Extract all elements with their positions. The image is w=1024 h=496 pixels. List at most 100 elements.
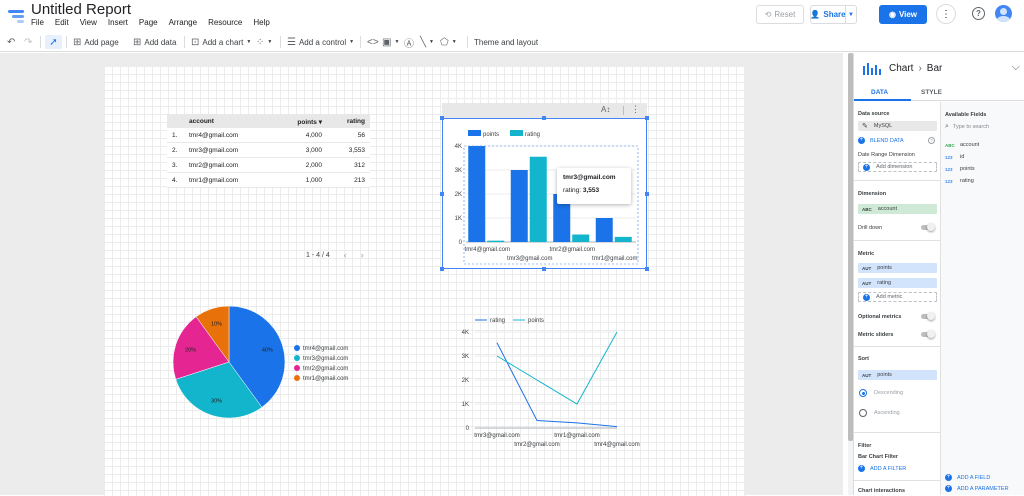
data-source-chip[interactable]: ✎ MySQL — [858, 121, 937, 131]
column-header-account[interactable]: account — [189, 118, 214, 125]
field-item[interactable]: 123 points — [945, 166, 975, 172]
add-field-label: ADD A FIELD — [957, 474, 991, 481]
field-item[interactable]: 123 id — [945, 154, 964, 160]
sort-az-icon[interactable]: A↕ — [601, 105, 610, 114]
column-header-points[interactable]: points ▾ — [297, 118, 322, 126]
menu-view[interactable]: View — [80, 18, 97, 27]
x-tick-label: tmr3@gmail.com — [507, 256, 552, 262]
help-icon[interactable]: ? — [928, 137, 935, 144]
share-button[interactable]: 👤 Share — [810, 5, 846, 24]
table-row[interactable]: 2. tmr3@gmail.com 3,000 3,553 — [167, 143, 370, 158]
menu-insert[interactable]: Insert — [108, 18, 128, 27]
menu-page[interactable]: Page — [139, 18, 158, 27]
field-item[interactable]: ABC account — [945, 142, 979, 148]
share-label: Share — [823, 10, 846, 19]
pencil-icon[interactable]: ✎ — [862, 122, 868, 130]
number-type-icon: 123 — [945, 178, 953, 184]
drill-down-toggle[interactable] — [921, 223, 935, 231]
line-chart[interactable]: rating points 0 1K 2K 3K 4K tmr3@gmail.com tmr2@… — [445, 310, 645, 450]
pie-chart[interactable]: 40% 30% 20% 10% tmr4@gmail.com tmr3@gmail.com… — [160, 300, 370, 430]
chart-type-label[interactable]: Bar — [927, 63, 943, 74]
bar-rating — [487, 240, 505, 242]
add-data-icon: ⊞ — [133, 36, 142, 48]
x-tick-label: tmr4@gmail.com — [594, 442, 639, 448]
table-row[interactable]: 3. tmr2@gmail.com 2,000 312 — [167, 158, 370, 173]
avatar[interactable] — [995, 5, 1012, 22]
redo-button[interactable]: ↷ — [24, 35, 32, 49]
add-filter-link[interactable]: + ADD A FILTER — [858, 465, 906, 472]
tooltip-account: tmr3@gmail.com — [563, 174, 616, 181]
bar-rating — [529, 156, 547, 242]
help-icon[interactable]: ? — [972, 7, 985, 20]
undo-button[interactable]: ↶ — [7, 35, 15, 49]
legend-label: points — [528, 318, 544, 324]
descending-radio[interactable] — [859, 389, 867, 397]
x-tick-label: tmr2@gmail.com — [550, 247, 595, 253]
metric-sliders-toggle[interactable] — [921, 330, 935, 338]
menu-file[interactable]: File — [31, 18, 44, 27]
toolbar-divider — [184, 36, 185, 48]
select-tool-button[interactable]: ➚ — [45, 35, 62, 49]
community-viz-button[interactable]: ⁘ ▼ — [256, 35, 272, 49]
sort-title: Sort — [858, 356, 869, 362]
reset-button[interactable]: ⟲ Reset — [756, 5, 804, 24]
prev-page-icon[interactable]: ‹ — [344, 250, 347, 260]
y-tick-label: 3K — [455, 168, 462, 174]
legend-swatch — [468, 130, 481, 136]
table-row[interactable]: 1. tmr4@gmail.com 4,000 56 — [167, 128, 370, 143]
more-vert-icon[interactable]: ⋮ — [631, 104, 640, 115]
tooltip-metric-value: 3,553 — [582, 187, 600, 194]
data-table[interactable]: account points ▾ rating 1. tmr4@gmail.co… — [167, 114, 370, 188]
dimension-chip[interactable]: ABC account — [858, 204, 937, 214]
add-dimension-dropzone[interactable]: + Add dimension — [858, 162, 937, 172]
cell-account: tmr4@gmail.com — [189, 132, 239, 139]
section-divider — [854, 240, 940, 241]
add-parameter-link[interactable]: + ADD A PARAMETER — [945, 485, 1009, 492]
collapse-panel-icon[interactable]: ⌵ — [1012, 61, 1020, 74]
tab-style[interactable]: STYLE — [921, 89, 942, 96]
panel-title: Chart › Bar — [862, 61, 942, 75]
menu-arrange[interactable]: Arrange — [169, 18, 197, 27]
menu-help[interactable]: Help — [253, 18, 269, 27]
tab-data[interactable]: DATA — [871, 89, 888, 96]
add-data-button[interactable]: ⊞ Add data — [133, 35, 176, 49]
menu-resource[interactable]: Resource — [208, 18, 242, 27]
menu-edit[interactable]: Edit — [55, 18, 69, 27]
row-index: 4. — [172, 177, 178, 184]
table-pagination: 1 - 4 / 4 ‹ › — [306, 250, 364, 260]
embed-url-button[interactable]: <> — [367, 35, 379, 49]
report-title[interactable]: Untitled Report — [31, 1, 131, 18]
filter-subtitle: Bar Chart Filter — [858, 454, 899, 460]
add-field-link[interactable]: + ADD A FIELD — [945, 474, 990, 481]
share-dropdown-button[interactable]: ▼ — [845, 5, 857, 24]
sort-field-chip[interactable]: AUT points — [858, 370, 937, 380]
next-page-icon[interactable]: › — [361, 250, 364, 260]
add-circle-icon: + — [945, 485, 952, 492]
optional-metrics-toggle[interactable] — [921, 312, 935, 320]
divider — [623, 106, 624, 115]
add-page-button[interactable]: ⊞ Add page — [73, 35, 119, 49]
column-header-rating[interactable]: rating — [347, 118, 365, 125]
text-type-icon: ABC — [945, 142, 955, 148]
ascending-radio[interactable] — [859, 409, 867, 417]
field-item[interactable]: 123 rating — [945, 178, 974, 184]
line-button[interactable]: ╲ ▼ — [420, 35, 434, 49]
add-chart-button[interactable]: ⊡ Add a chart ▼ — [191, 35, 251, 49]
available-fields-column: Available Fields ⌕ Type to search ABC ac… — [940, 102, 1024, 495]
slice-label: 10% — [211, 322, 222, 328]
more-options-button[interactable]: ⋮ — [936, 4, 956, 24]
metric-chip-rating[interactable]: AUT rating — [858, 278, 937, 288]
theme-layout-button[interactable]: Theme and layout — [474, 35, 538, 49]
looker-studio-logo[interactable] — [8, 8, 24, 24]
field-search-input[interactable]: Type to search — [953, 124, 989, 130]
add-metric-dropzone[interactable]: + Add metric — [858, 292, 937, 302]
shape-button[interactable]: ⬠ ▼ — [440, 35, 457, 49]
add-control-button[interactable]: ☰ Add a control ▼ — [287, 35, 354, 49]
table-row[interactable]: 4. tmr1@gmail.com 1,000 213 — [167, 173, 370, 188]
metric-chip-points[interactable]: AUT points — [858, 263, 937, 273]
text-button[interactable]: Ⓐ — [404, 35, 414, 50]
view-button[interactable]: ◉ View — [879, 5, 927, 24]
blend-data-link[interactable]: + BLEND DATA — [858, 137, 904, 144]
field-search[interactable]: ⌕ Type to search — [945, 122, 1021, 132]
image-button[interactable]: ▣ ▼ — [382, 35, 399, 49]
